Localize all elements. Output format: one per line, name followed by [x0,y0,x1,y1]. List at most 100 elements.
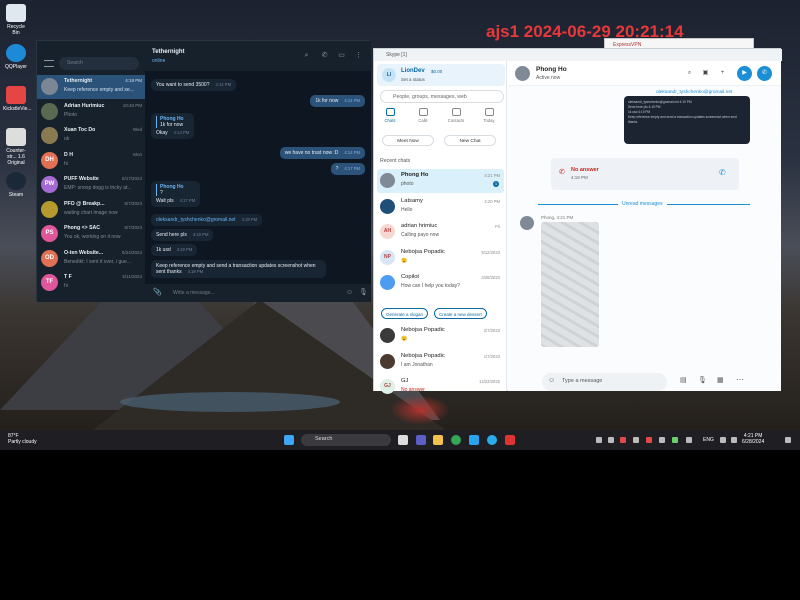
microphone-icon[interactable]: 🎙 [698,376,707,384]
profile-card[interactable]: LI LionDev $0.00 Set a status [377,64,505,86]
recent-chats-label[interactable]: Recent chats [380,158,410,164]
chrome-icon[interactable] [451,435,461,445]
notifications-icon[interactable] [785,437,791,443]
telegram-search-input[interactable]: Search [59,57,139,70]
chat-list-item[interactable]: Xuan Toc Do Wed ok [37,124,145,148]
recent-chat-item[interactable]: AH adrian hrimiuc Fri Calling payo now [377,220,504,244]
wifi-icon[interactable] [720,437,726,443]
teams-icon[interactable] [416,435,426,445]
tray-icon[interactable] [672,437,678,443]
phone-icon[interactable]: ✆ [320,51,329,60]
avatar [41,200,58,218]
add-people-icon[interactable]: + [717,68,728,79]
emoji-icon[interactable]: ☺ [548,377,555,384]
incoming-message[interactable]: oleksandr_tyshchenko@gromail.net 4:19 PM [151,214,263,226]
message-time: 4:14 PM [173,130,190,135]
chat-list-item[interactable]: Tethernight 4:19 PM Keep reference empty a… [37,75,145,99]
tray-icon[interactable] [646,437,652,443]
tray-icon[interactable] [620,437,626,443]
call-back-button[interactable]: ✆ [719,168,726,177]
telegram-chat-header[interactable]: Tethernight online ⌕ ✆ ▭ ⋮ [145,41,371,71]
tray-icon[interactable] [596,437,602,443]
incoming-message[interactable]: Phong Ho 1k for now Okay 4:14 PM [151,113,195,139]
microphone-icon[interactable]: 🎙 [359,288,368,297]
chat-list-item[interactable]: Adrian Hurimiuc 10:40 PM Photo [37,100,145,124]
audio-call-button[interactable]: ✆ [757,66,772,81]
meet-now-button[interactable]: Meet Now [382,135,434,146]
screenshot-image-message[interactable]: oleksandr_tyshchenko@gromail.net 4:19 PM… [624,96,750,144]
email-link[interactable]: oleksandr_tyshchenko@gromail.net [656,90,732,95]
taskbar-search[interactable]: Search [301,434,391,446]
more-options-icon[interactable]: ⋯ [736,375,744,384]
file-explorer-icon[interactable] [433,435,443,445]
tray-icon[interactable] [686,437,692,443]
message-input[interactable]: Write a message... [145,284,371,302]
expressvpn-taskbar-icon[interactable] [505,435,515,445]
copilot-suggestion[interactable]: Create a new dessert [434,308,487,319]
desktop-icon-kickstle[interactable]: KickstleVie... [3,86,32,112]
reply-quote[interactable]: Phong Ho? [156,184,195,196]
recent-chat-item[interactable]: Latsamy 4:20 PM Hello [377,195,504,219]
incoming-message[interactable]: Keep reference empty and send a transact… [151,260,326,278]
incoming-message[interactable]: Phong Ho? Wait pls 4:17 PM [151,181,201,207]
media-icon[interactable]: ▦ [717,376,724,384]
nav-chats[interactable]: Chats [376,108,404,123]
chat-list-item[interactable]: PFO @ Breakp... 6/7/2024 waiting chart ima… [37,198,145,222]
nav-calls[interactable]: Calls [409,108,437,123]
outgoing-message[interactable]: ? 4:17 PM [330,163,365,175]
desktop-icon-steam[interactable]: Steam [3,172,29,198]
message-input[interactable]: Type a message [542,373,667,391]
contact-name[interactable]: Phong Ho [536,66,567,73]
skype-search-input[interactable]: People, groups, messages, web [380,90,504,103]
tray-icon[interactable] [633,437,639,443]
chat-list-item[interactable]: DH D H Mon hi [37,149,145,173]
recent-chat-item[interactable]: Nebojsa Popadic 2/7/2023 😉 [377,324,504,348]
sidebar-toggle-icon[interactable]: ▭ [337,51,346,60]
search-icon[interactable]: ⌕ [684,68,695,79]
volume-icon[interactable] [731,437,737,443]
desktop-icon-qqplayer[interactable]: QQPlayer [3,44,29,70]
reply-quote[interactable]: Phong Ho 1k for now [156,116,189,128]
gallery-icon[interactable]: ▣ [700,68,711,79]
new-chat-button[interactable]: New Chat [444,135,496,146]
email-link[interactable]: oleksandr_tyshchenko@gromail.net [156,217,236,223]
desktop-icon-counter-strike[interactable]: Counter-str... 1.6 Original [3,128,29,166]
clock[interactable]: 4:21 PM 6/28/2024 [742,433,764,445]
start-icon[interactable] [284,435,294,445]
recent-chat-item[interactable]: Phong Ho 4:21 PM photo 1 [377,169,504,193]
chat-preview: Photo [64,111,78,118]
incoming-message[interactable]: Send here pls 4:19 PM [151,229,214,241]
telegram-taskbar-icon[interactable] [487,435,497,445]
skype-taskbar-icon[interactable] [469,435,479,445]
weather-widget[interactable]: 87°F Partly cloudy [8,433,37,445]
incoming-message[interactable]: You want to send 3500? 4:14 PM [151,79,237,91]
chat-list-item[interactable]: TF T F 5/11/2024 hi [37,271,145,295]
outgoing-message[interactable]: we have no trust now :D 4:14 PM [279,147,365,159]
recent-chat-item[interactable]: Copilot 3/28/2023 How can I help you today… [377,271,504,295]
chat-list-item[interactable]: PW PUFF Website 6/17/2024 EMP: snoop dogg i… [37,173,145,197]
search-icon[interactable]: ⌕ [302,51,311,60]
language-indicator[interactable]: ENG [703,437,714,443]
outgoing-message[interactable]: 1k for now 4:14 PM [310,95,365,107]
video-call-button[interactable]: ▶ [737,66,752,81]
nav-contacts[interactable]: Contacts [442,108,470,123]
recent-chat-item[interactable]: Nebojsa Popadic 1/7/2023 I am Jonathan [377,350,504,374]
tray-icon[interactable] [659,437,665,443]
hamburger-menu-icon[interactable] [44,60,54,67]
attach-icon[interactable]: 📎 [153,288,162,297]
chat-list-item[interactable]: OD O-ten Website... 5/24/2024 Benedikt: I s… [37,247,145,271]
recent-chat-item[interactable]: GJ GJ 12/22/2022 No answer [377,375,504,399]
nav-today[interactable]: Today [475,108,503,123]
more-options-icon[interactable]: ⋮ [354,51,363,60]
skype-title-bar[interactable]: Skype [1] [374,49,782,61]
copilot-suggestion[interactable]: Generate a slogan [381,308,429,319]
file-icon[interactable]: ▤ [680,376,687,384]
photo-message[interactable] [541,222,599,347]
incoming-message[interactable]: 1k usd 4:19 PM [151,244,198,256]
tray-icon[interactable] [608,437,614,443]
desktop-icon-recycle-bin[interactable]: Recycle Bin [3,4,29,36]
chat-list-item[interactable]: PS Phong <> SAC 6/7/2024 You ok, working on… [37,222,145,246]
recent-chat-item[interactable]: NP Nebojsa Popadic 5/12/2023 😉 [377,246,504,270]
emoji-icon[interactable]: ☺ [345,288,354,297]
task-view-icon[interactable] [398,435,408,445]
